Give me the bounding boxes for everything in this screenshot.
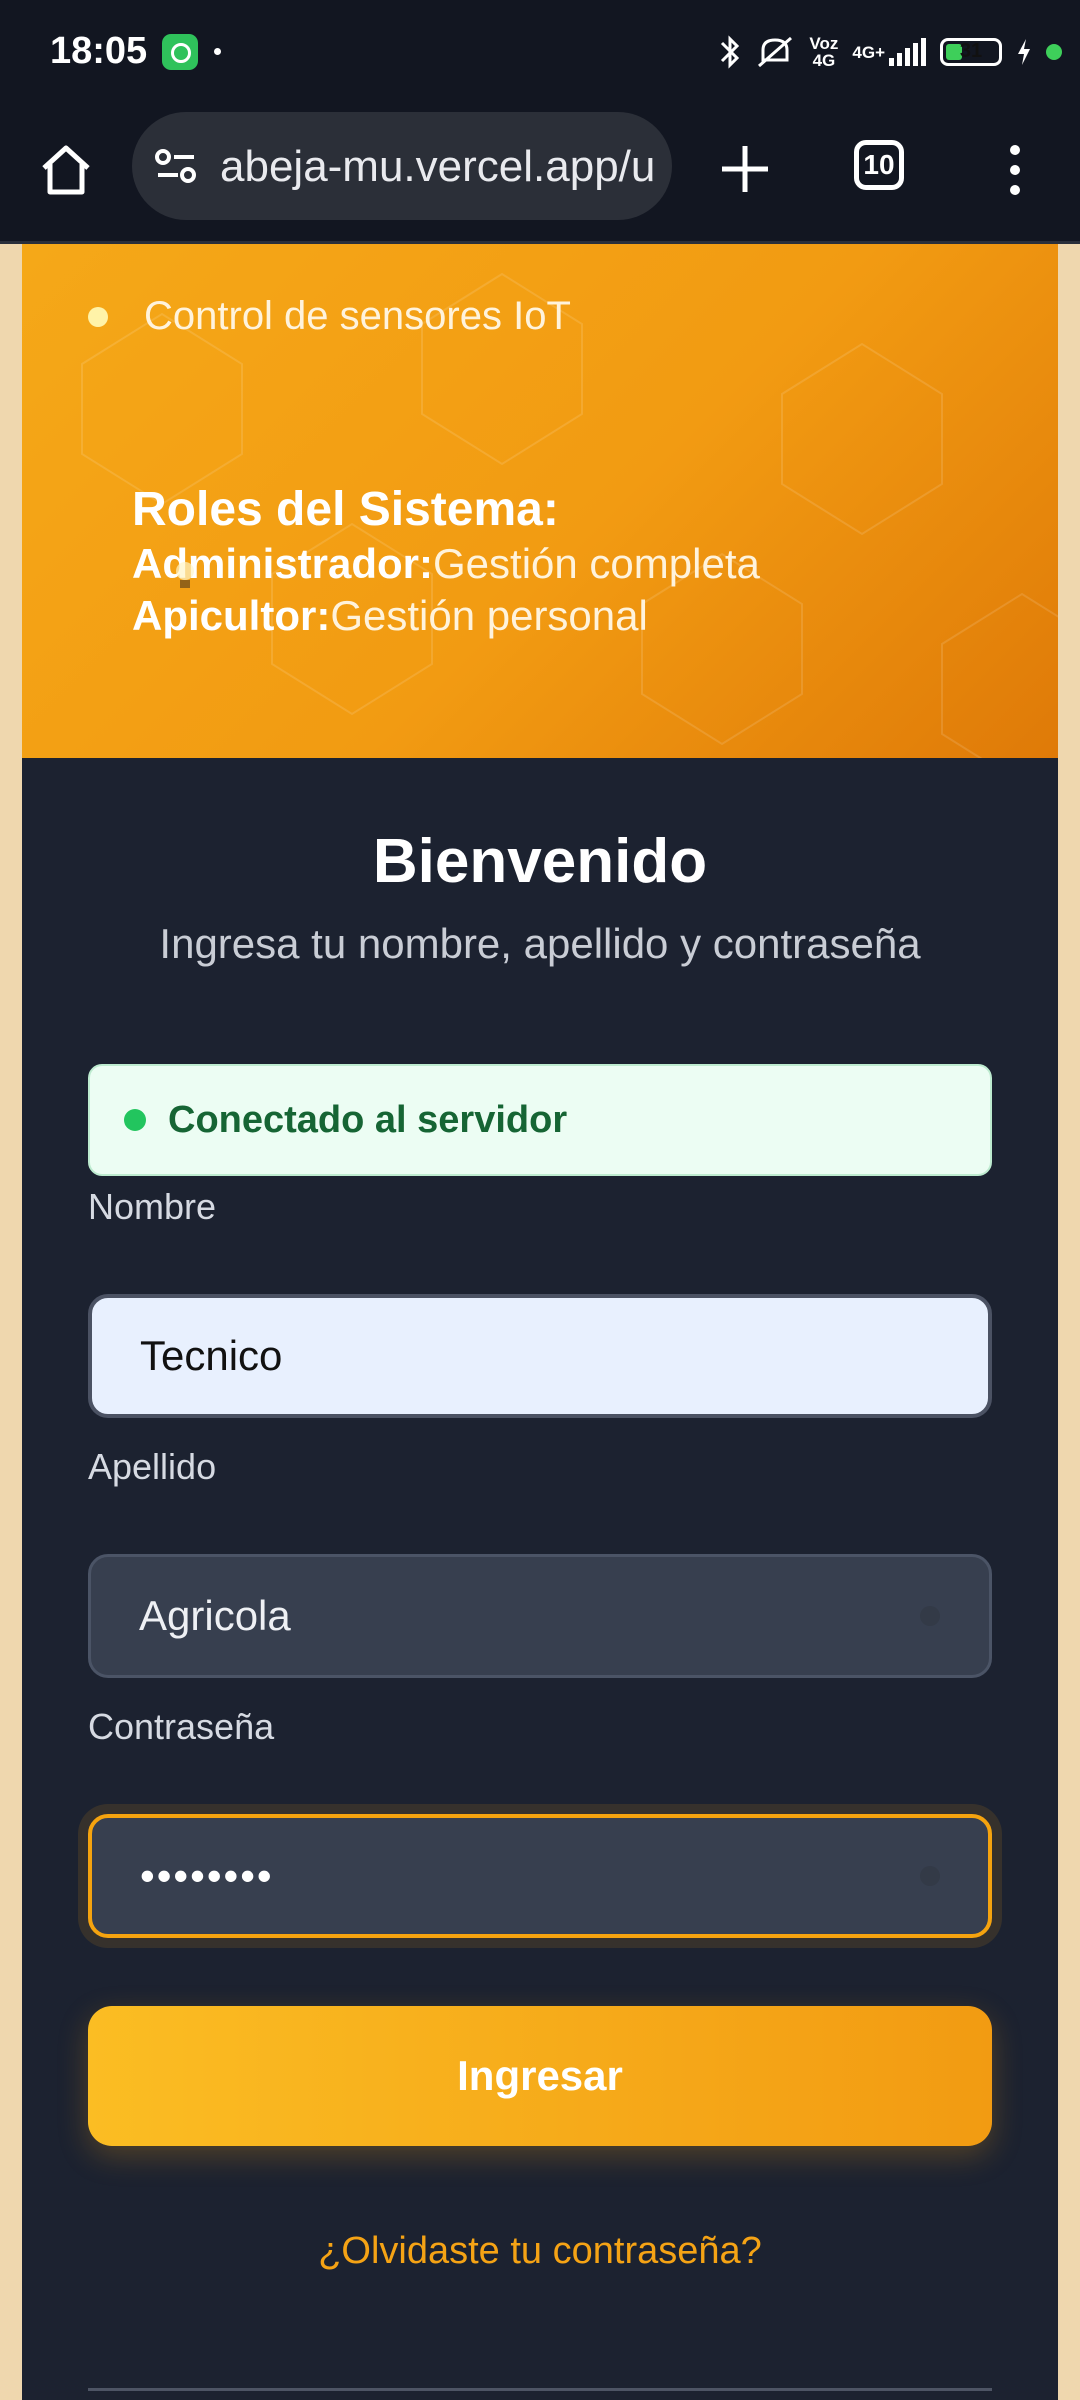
password-label: Contraseña <box>88 1706 275 1747</box>
login-title: Bienvenido <box>372 827 708 896</box>
bullet-dot-icon <box>88 306 108 327</box>
role-description: Gestión completa <box>433 540 760 587</box>
charging-icon <box>1016 37 1032 67</box>
notification-dot-icon <box>214 48 221 55</box>
privacy-indicator-icon <box>1046 44 1062 60</box>
login-card: Bienvenido Ingresa tu nombre, apellido y… <box>22 758 1058 2400</box>
role-admin: Administrador:Gestión completa <box>132 540 760 588</box>
roles-title: Roles del Sistema: <box>132 483 559 536</box>
apellido-label: Apellido <box>88 1446 217 1487</box>
status-bar: 18:05 Voz 4G 4G+ 31 <box>0 0 1080 104</box>
new-tab-icon[interactable] <box>710 134 780 204</box>
network-bottom: 4G <box>812 51 836 70</box>
home-icon[interactable] <box>36 140 96 200</box>
status-dot-icon <box>124 1109 146 1131</box>
data-type: 4G+ <box>852 42 885 62</box>
address-bar[interactable]: abeja-mu.vercel.app/u <box>132 112 672 220</box>
role-apicultor: Apicultor:Gestión personal <box>132 592 648 640</box>
login-subtitle: Ingresa tu nombre, apellido y contraseña <box>159 920 921 967</box>
login-button[interactable]: Ingresar <box>88 2006 992 2146</box>
muted-vibrate-icon <box>755 34 795 70</box>
password-input[interactable] <box>88 1814 992 1938</box>
network-type-icon: Voz 4G <box>809 35 838 69</box>
role-name: Apicultor: <box>132 592 331 639</box>
feature-text: Control de sensores IoT <box>144 294 571 338</box>
battery-icon: 31 <box>940 38 1002 66</box>
divider <box>88 2388 992 2391</box>
feature-item: Control de sensores IoT <box>88 294 571 339</box>
role-description: Gestión personal <box>330 592 648 639</box>
server-status: Conectado al servidor <box>88 1064 992 1176</box>
bluetooth-icon <box>719 34 741 70</box>
page-content: Control de sensores IoT Roles del Sistem… <box>22 244 1058 2400</box>
forgot-password-link[interactable]: ¿Olvidaste tu contraseña? <box>22 2230 1058 2273</box>
autofill-icon[interactable] <box>920 1866 940 1886</box>
nombre-label: Nombre <box>88 1186 217 1227</box>
site-settings-icon[interactable] <box>154 146 198 186</box>
more-menu-icon[interactable] <box>990 140 1040 200</box>
status-icons: Voz 4G 4G+ 31 <box>719 30 1062 74</box>
battery-level: 31 <box>959 40 983 62</box>
autofill-icon[interactable] <box>920 1606 940 1626</box>
server-status-text: Conectado al servidor <box>168 1098 568 1141</box>
whatsapp-icon <box>162 34 198 70</box>
signal-icon: 4G+ <box>852 38 926 66</box>
hero-panel: Control de sensores IoT Roles del Sistem… <box>22 244 1058 758</box>
status-time: 18:05 <box>50 30 148 72</box>
browser-toolbar: abeja-mu.vercel.app/u 10 <box>0 104 1080 244</box>
url-text[interactable]: abeja-mu.vercel.app/u <box>220 142 660 192</box>
tab-switcher-button[interactable]: 10 <box>854 140 904 190</box>
lightbulb-icon <box>176 562 194 588</box>
apellido-input[interactable] <box>88 1554 992 1678</box>
nombre-input[interactable] <box>88 1294 992 1418</box>
